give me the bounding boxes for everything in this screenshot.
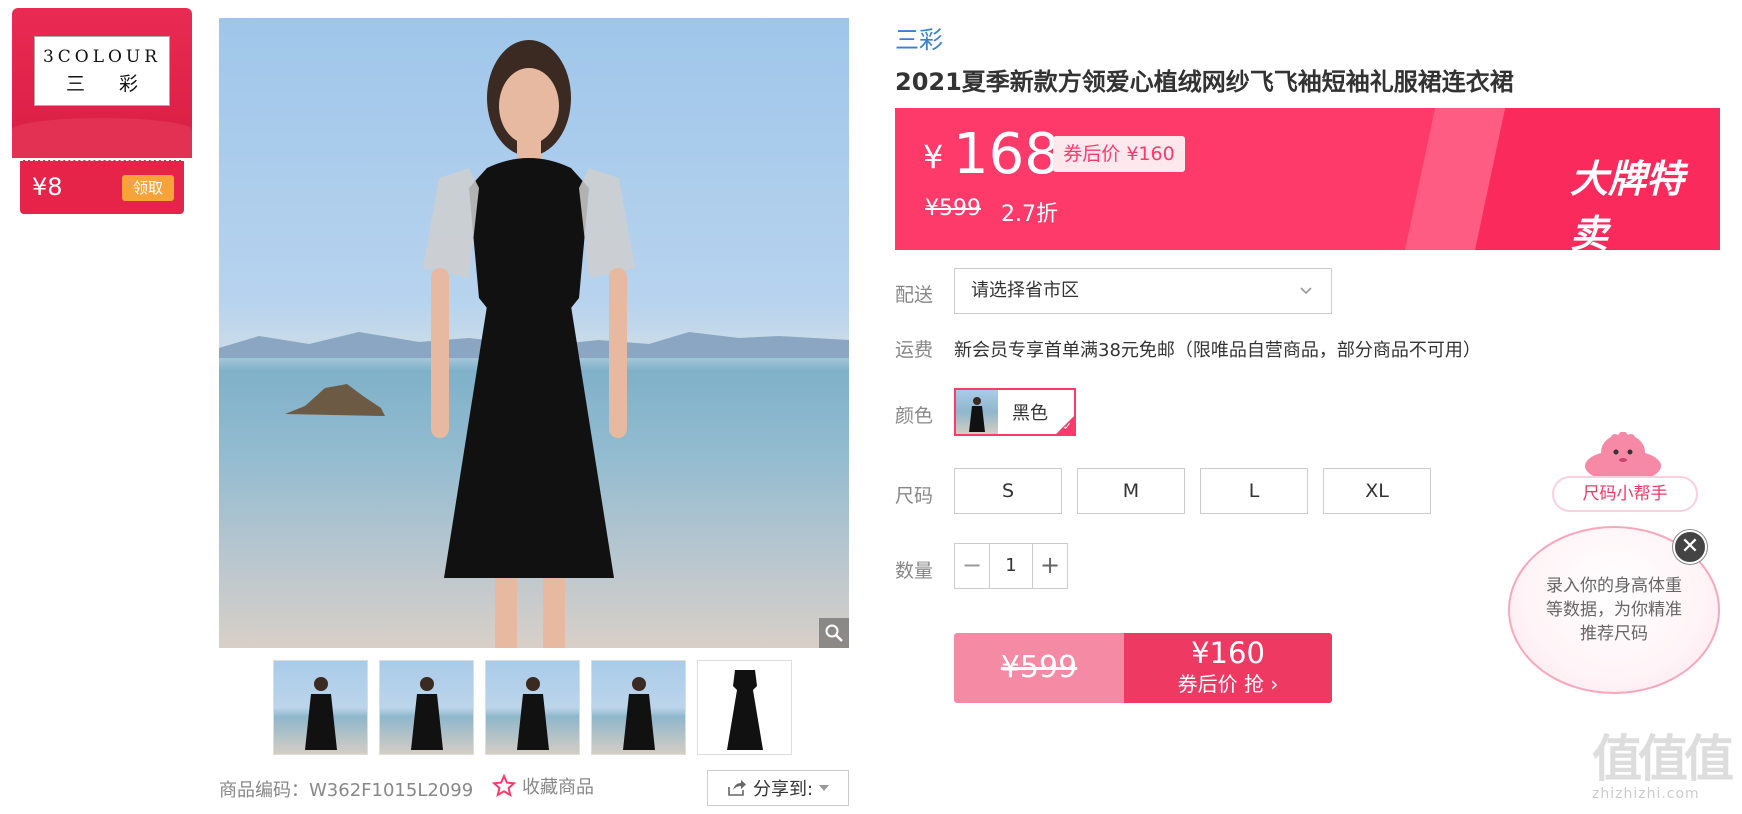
size-helper-mascot-icon[interactable] <box>1580 432 1666 480</box>
brand-logo-line2: 三 彩 <box>65 72 153 95</box>
favorite-button[interactable]: 收藏商品 <box>492 773 594 799</box>
current-price: 168 <box>953 122 1060 187</box>
quantity-decrease-button[interactable]: − <box>955 544 989 588</box>
price-banner: ¥ 168 券后价 ¥160 ¥599 2.7折 大牌特卖 <box>895 108 1720 250</box>
discount-rate: 2.7折 <box>1001 202 1058 227</box>
quantity-label: 数量 <box>895 560 934 582</box>
close-icon[interactable]: ✕ <box>1673 530 1707 564</box>
check-icon: ✓ <box>1062 420 1072 433</box>
caret-down-icon <box>819 785 830 791</box>
claim-coupon-button[interactable]: 领取 <box>122 175 174 201</box>
shipping-label: 运费 <box>895 339 934 361</box>
delivery-label: 配送 <box>895 284 934 306</box>
share-icon <box>728 780 746 796</box>
size-label: 尺码 <box>895 485 934 507</box>
star-icon <box>492 774 516 798</box>
rock <box>285 384 385 416</box>
size-option-l[interactable]: L <box>1200 468 1308 514</box>
brand-card-arc <box>12 118 192 158</box>
chevron-down-icon <box>1300 287 1312 295</box>
color-label: 颜色 <box>895 405 934 427</box>
thumbnail-1[interactable] <box>273 660 368 755</box>
watermark-url: zhizhizhi.com <box>1592 786 1700 802</box>
region-select[interactable]: 请选择省市区 <box>954 268 1332 314</box>
watermark-logo: 值值值 <box>1592 730 1734 788</box>
thumbnail-2[interactable] <box>379 660 474 755</box>
size-option-xl[interactable]: XL <box>1323 468 1431 514</box>
quantity-input[interactable]: 1 <box>989 544 1033 588</box>
shop-name-link[interactable]: 三彩 <box>895 20 943 55</box>
main-product-image[interactable] <box>219 18 849 648</box>
favorite-label: 收藏商品 <box>522 777 594 798</box>
after-coupon-price-tag: 券后价 ¥160 <box>1053 136 1185 172</box>
buy-action-label: 券后价 抢 › <box>1177 672 1279 696</box>
promo-badge: 大牌特卖 <box>1570 157 1685 250</box>
quantity-stepper: − 1 + <box>954 543 1068 589</box>
size-option-m[interactable]: M <box>1077 468 1185 514</box>
quantity-increase-button[interactable]: + <box>1033 544 1067 588</box>
share-dropdown[interactable]: 分享到: <box>707 770 849 806</box>
product-title: 2021夏季新款方领爱心植绒网纱飞飞袖短袖礼服裙连衣裙 <box>895 68 1514 96</box>
size-option-s[interactable]: S <box>954 468 1062 514</box>
thumbnail-5[interactable] <box>697 660 792 755</box>
buy-coupon-action[interactable]: ¥160 券后价 抢 › <box>1124 633 1332 703</box>
product-code: 商品编码：W362F1015L2099 <box>219 780 474 801</box>
buy-after-price: ¥160 <box>1191 636 1265 670</box>
buy-button[interactable]: ¥599 ¥160 券后价 抢 › <box>954 633 1332 703</box>
coupon-amount: ¥8 <box>32 173 63 201</box>
brand-logo-line1: 3COLOUR <box>42 46 162 67</box>
zoom-icon[interactable] <box>819 618 849 648</box>
thumbnail-3[interactable] <box>485 660 580 755</box>
buy-original-price: ¥599 <box>954 633 1124 703</box>
brand-logo[interactable]: 3COLOUR 三 彩 <box>34 36 170 106</box>
region-select-value: 请选择省市区 <box>971 280 1079 301</box>
share-label: 分享到: <box>752 779 814 800</box>
coupon-strip: ¥8 领取 <box>20 160 184 214</box>
original-price: ¥599 <box>925 196 981 221</box>
color-option-black[interactable]: 黑色 ✓ <box>954 388 1076 436</box>
color-option-label: 黑色 <box>1012 403 1048 424</box>
size-helper-button[interactable]: 尺码小帮手 <box>1552 476 1698 512</box>
watermark: 值值值 zhizhizhi.com <box>1592 732 1738 810</box>
brand-coupon-card: 3COLOUR 三 彩 ¥8 领取 <box>12 8 192 214</box>
thumbnail-4[interactable] <box>591 660 686 755</box>
thumbnail-strip <box>273 660 792 755</box>
shipping-info: 新会员专享首单满38元免邮（限唯品自营商品，部分商品不可用） <box>954 340 1481 361</box>
model-figure <box>423 40 635 648</box>
color-swatch-image <box>956 390 998 434</box>
currency-symbol: ¥ <box>923 138 944 176</box>
